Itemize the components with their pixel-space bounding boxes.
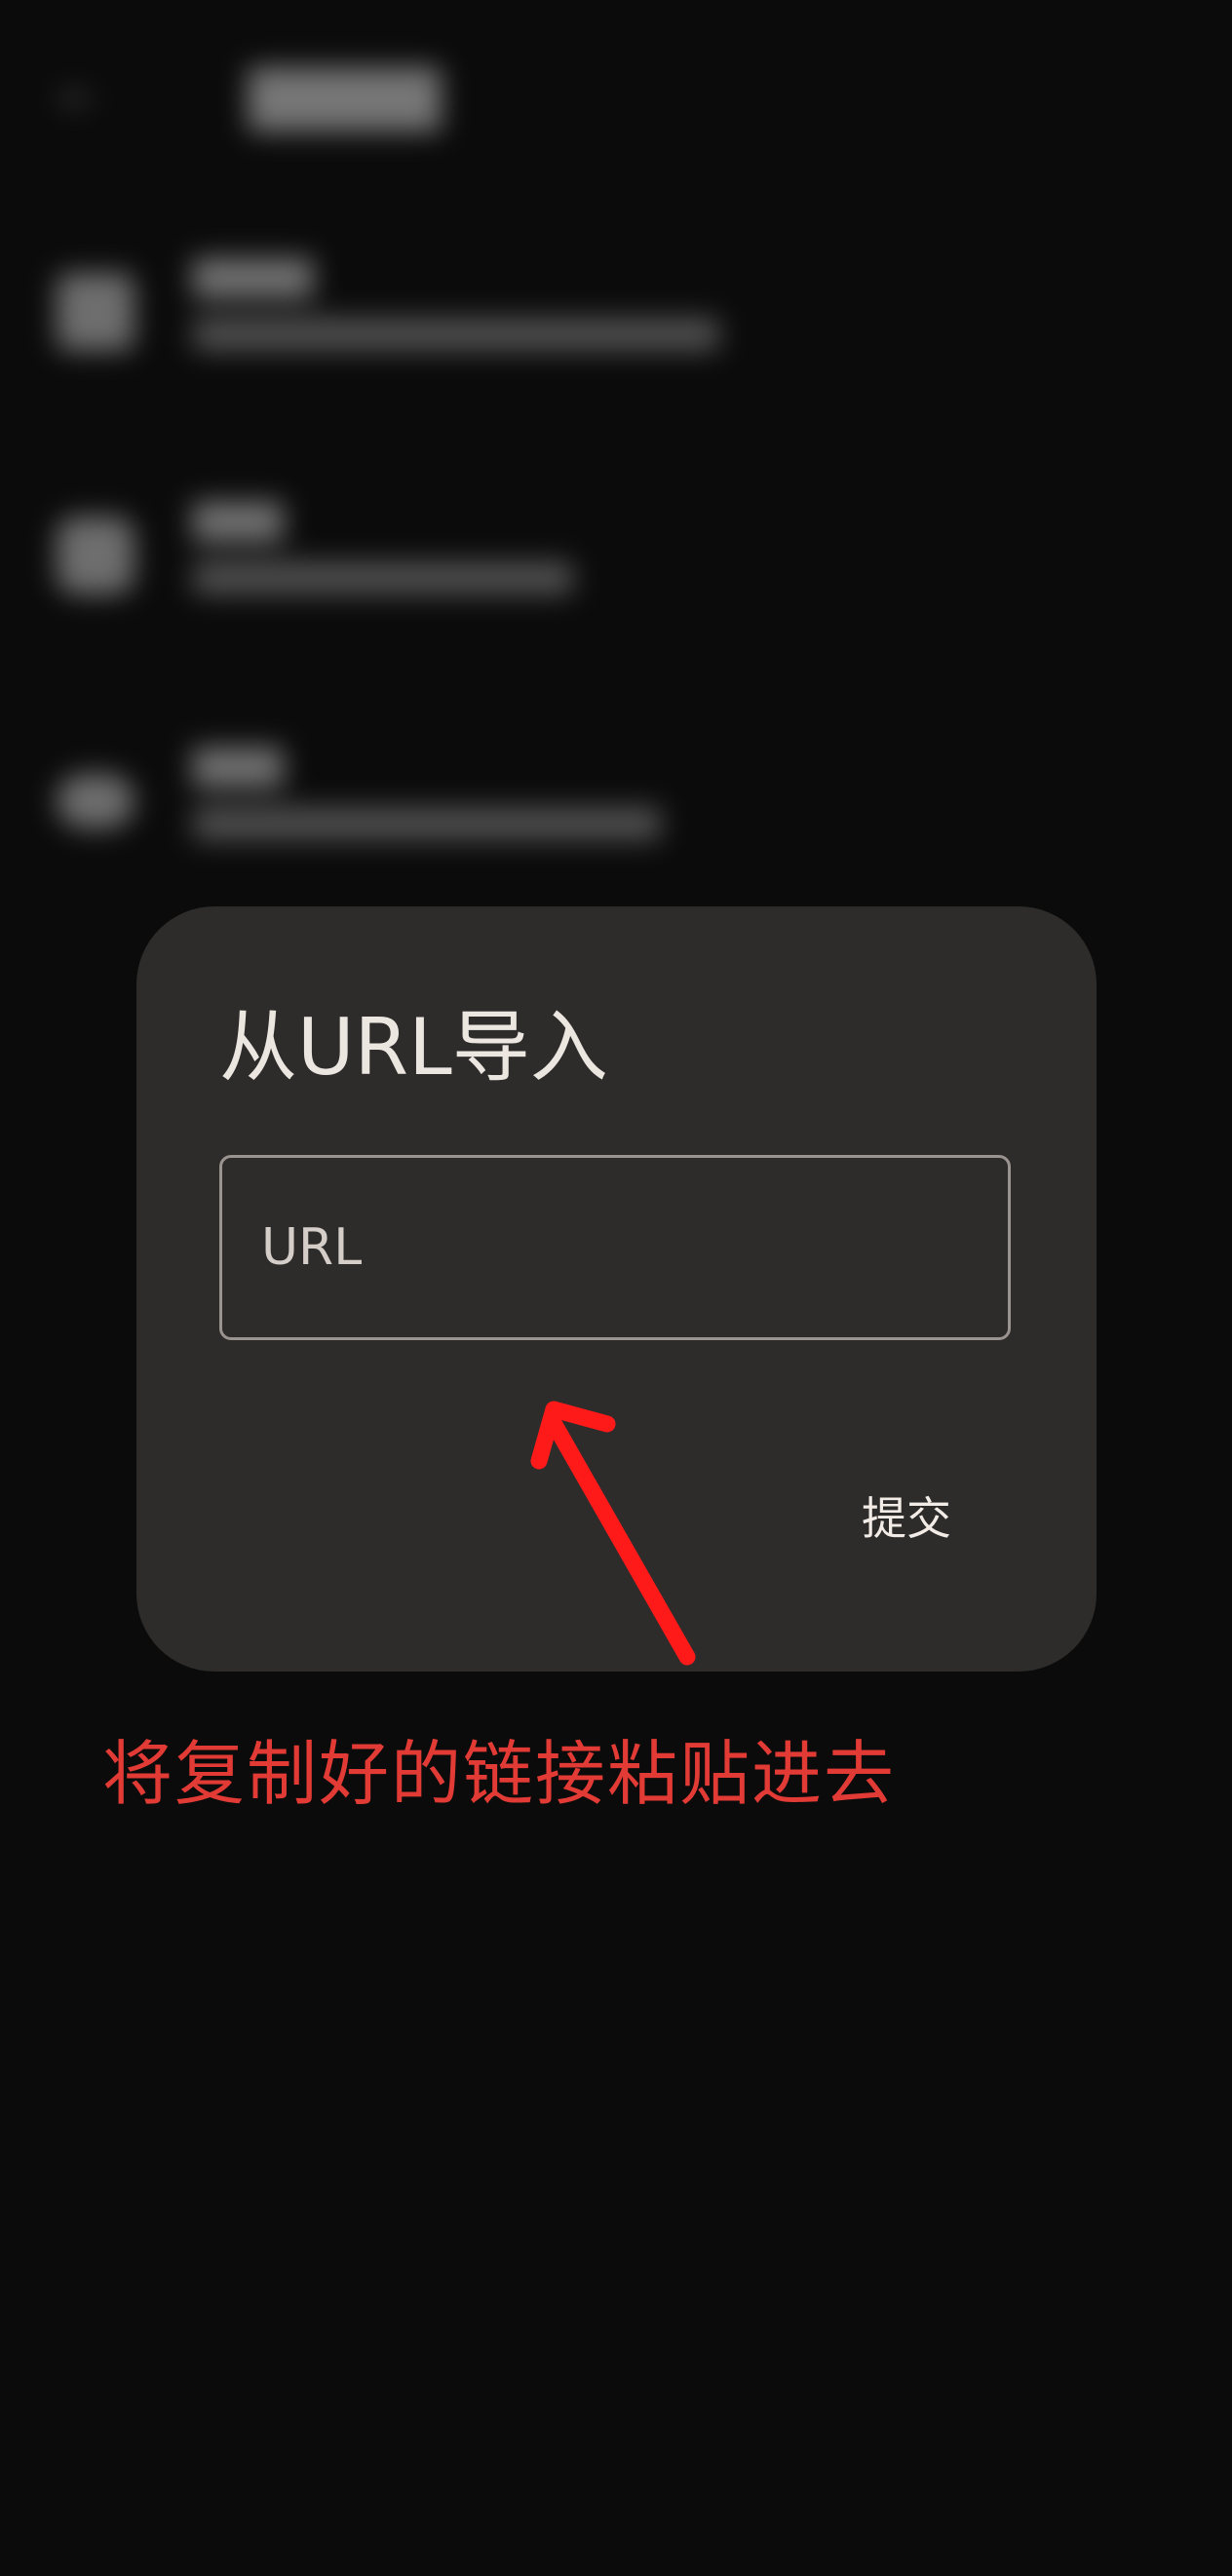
background-list-item: ▇▇▇ [0,487,1232,624]
dialog-title: 从URL导入 [219,1002,608,1093]
background-list-item: ▇▇▇ [0,733,1232,869]
annotation-instruction-text: 将复制好的链接粘贴进去 [102,1733,897,1815]
import-from-url-dialog: 从URL导入 提交 [136,906,1097,1672]
file-icon [57,517,135,595]
list-item-subtitle [193,318,719,351]
background-list-item: ▇▇▇▇ [0,244,1232,380]
list-item-icon [57,273,135,351]
blurred-background-page: ← ▇▇▇▇ ▇▇▇▇ ▇▇▇ ▇▇▇ [0,0,1232,897]
list-item-subtitle [193,807,661,840]
background-page-title: ▇▇▇▇ [249,59,441,132]
submit-button[interactable]: 提交 [833,1472,980,1559]
url-field[interactable] [219,1155,1011,1340]
url-input[interactable] [222,1158,1008,1337]
list-item-title: ▇▇▇▇ [193,253,314,298]
list-item-subtitle [193,561,573,595]
list-item-title: ▇▇▇ [193,497,284,542]
cloud-icon [57,774,135,828]
back-arrow-icon: ← [60,73,96,123]
list-item-title: ▇▇▇ [193,743,284,788]
